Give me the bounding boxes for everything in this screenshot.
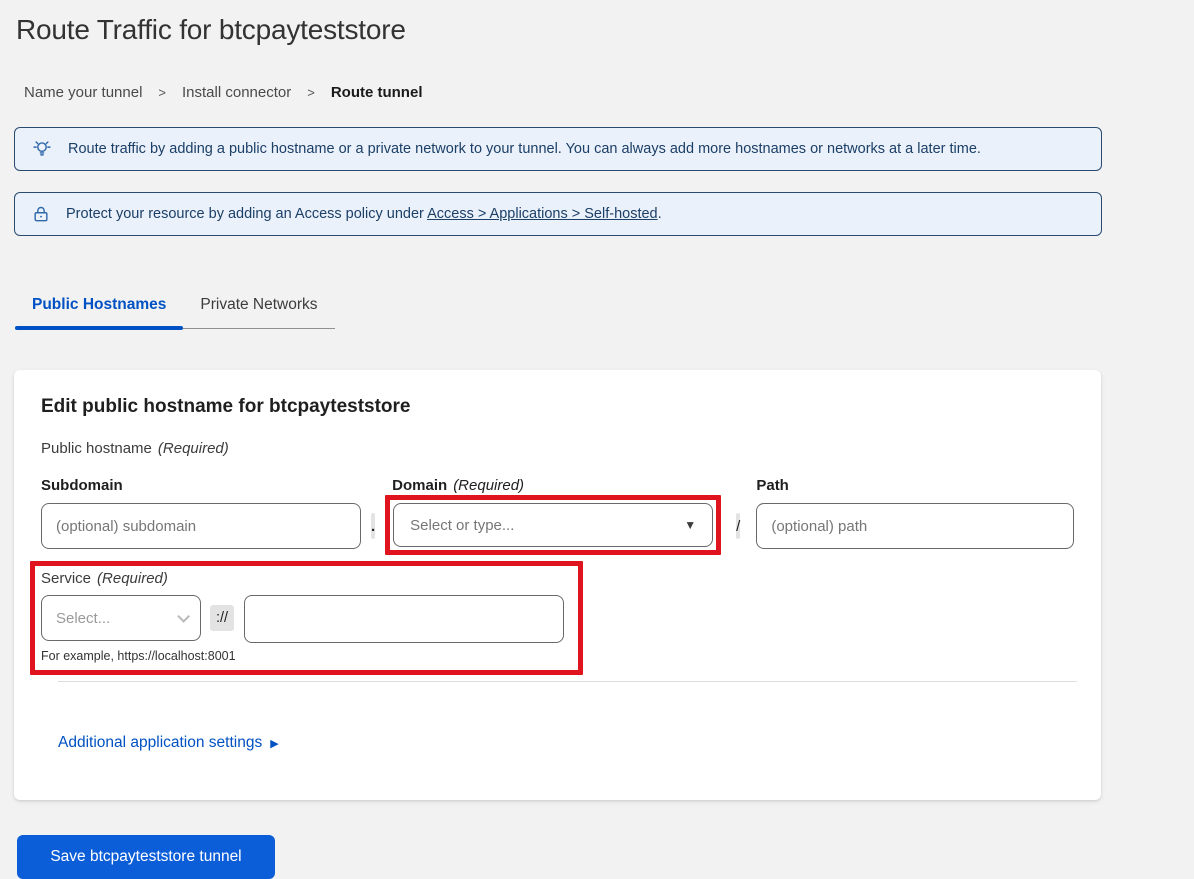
- domain-select[interactable]: Select or type... ▼: [393, 503, 713, 547]
- additional-settings-label: Additional application settings: [58, 734, 262, 752]
- tab-public-hostnames[interactable]: Public Hostnames: [15, 284, 183, 328]
- service-highlight-box: Service (Required) Select... :// For exam…: [30, 561, 583, 675]
- breadcrumb-install-connector[interactable]: Install connector: [182, 84, 291, 101]
- edit-public-hostname-card: Edit public hostname for btcpayteststore…: [14, 370, 1101, 800]
- service-type-select[interactable]: Select...: [41, 595, 201, 641]
- service-label: Service (Required): [41, 570, 564, 587]
- card-divider: [58, 681, 1077, 682]
- domain-select-value: Select or type...: [410, 517, 514, 534]
- breadcrumb: Name your tunnel > Install connector > R…: [24, 84, 1180, 101]
- public-hostname-required-label: (Required): [158, 440, 229, 457]
- service-url-input[interactable]: [244, 595, 564, 643]
- path-input[interactable]: [756, 503, 1074, 549]
- service-helper-text: For example, https://localhost:8001: [41, 649, 564, 663]
- domain-column: Domain (Required) Select or type... ▼: [385, 477, 721, 555]
- path-label: Path: [756, 477, 1074, 494]
- arrow-right-icon: ▶: [270, 737, 278, 750]
- service-label-text: Service: [41, 570, 91, 587]
- domain-highlight-box: Select or type... ▼: [385, 495, 721, 555]
- breadcrumb-route-tunnel: Route tunnel: [331, 84, 423, 101]
- breadcrumb-separator: >: [307, 85, 315, 100]
- public-hostname-label-text: Public hostname: [41, 440, 152, 457]
- subdomain-input[interactable]: [41, 503, 361, 549]
- domain-label-text: Domain: [392, 477, 447, 494]
- subdomain-label: Subdomain: [41, 477, 361, 494]
- page-title: Route Traffic for btcpayteststore: [16, 14, 1180, 46]
- card-heading: Edit public hostname for btcpayteststore: [41, 396, 1074, 418]
- access-policy-banner-text: Protect your resource by adding an Acces…: [66, 206, 662, 222]
- tab-private-networks[interactable]: Private Networks: [183, 284, 334, 328]
- domain-required-label: (Required): [453, 477, 524, 494]
- subdomain-column: Subdomain: [41, 477, 361, 549]
- hostname-row: Subdomain . Domain (Required) Select or t…: [41, 477, 1074, 555]
- access-applications-link[interactable]: Access > Applications > Self-hosted: [427, 206, 658, 222]
- info-banner-text: Route traffic by adding a public hostnam…: [68, 141, 981, 157]
- save-tunnel-button[interactable]: Save btcpayteststore tunnel: [17, 835, 275, 879]
- access-policy-banner: Protect your resource by adding an Acces…: [14, 192, 1102, 236]
- breadcrumb-name-your-tunnel[interactable]: Name your tunnel: [24, 84, 142, 101]
- service-type-select-value: Select...: [56, 610, 110, 627]
- access-policy-text-prefix: Protect your resource by adding an Acces…: [66, 206, 427, 222]
- additional-application-settings-link[interactable]: Additional application settings ▶: [58, 734, 279, 752]
- lightbulb-icon: [31, 138, 53, 160]
- public-hostname-label: Public hostname (Required): [41, 440, 1074, 457]
- route-traffic-page: Route Traffic for btcpayteststore Name y…: [0, 0, 1194, 879]
- service-controls: Select... ://: [41, 595, 564, 643]
- dot-separator: .: [371, 513, 375, 539]
- scheme-separator: ://: [210, 605, 234, 631]
- hostname-tabs: Public Hostnames Private Networks: [15, 284, 335, 329]
- caret-down-icon: ▼: [684, 518, 696, 532]
- lock-icon: [31, 204, 51, 224]
- access-policy-text-suffix: .: [658, 206, 662, 222]
- chevron-down-icon: [177, 610, 190, 623]
- route-traffic-info-banner: Route traffic by adding a public hostnam…: [14, 127, 1102, 171]
- service-required-label: (Required): [97, 570, 168, 587]
- breadcrumb-separator: >: [158, 85, 166, 100]
- path-column: Path: [756, 477, 1074, 549]
- domain-label: Domain (Required): [385, 477, 721, 494]
- slash-separator: /: [736, 513, 740, 539]
